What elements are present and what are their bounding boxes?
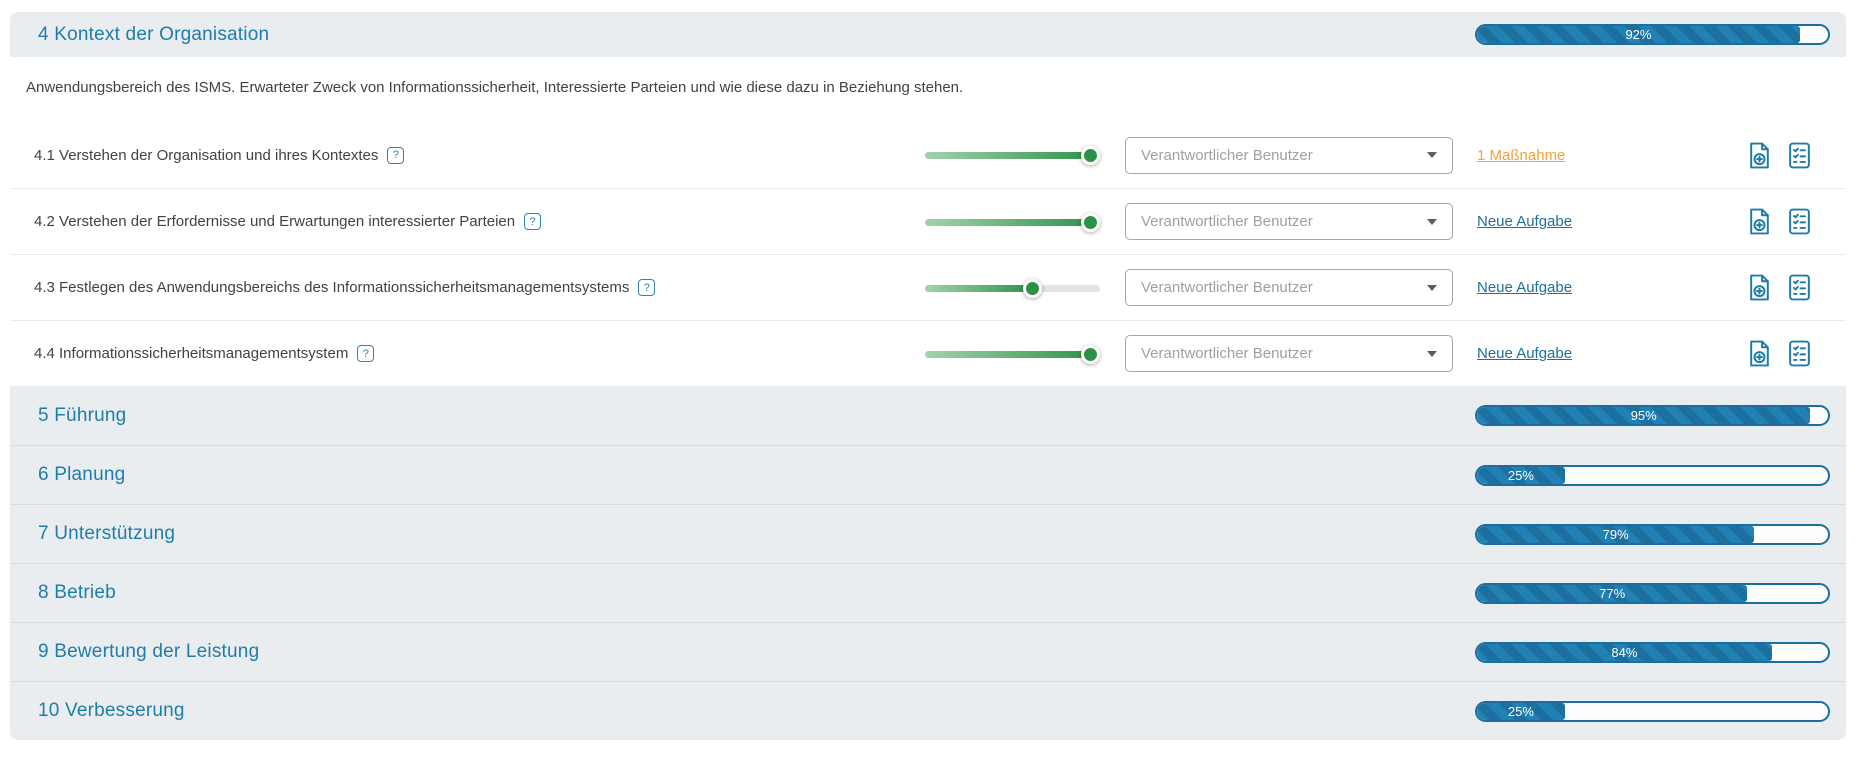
assignee-dropdown[interactable]: Verantwortlicher Benutzer — [1125, 269, 1453, 306]
slider-knob[interactable] — [1081, 213, 1100, 232]
requirement-title: 4.2 Verstehen der Erfordernisse und Erwa… — [34, 213, 515, 230]
requirement-row: 4.1 Verstehen der Organisation und ihres… — [10, 122, 1846, 188]
implementation-slider[interactable] — [925, 344, 1100, 364]
isms-sections-card: 4 Kontext der Organisation 92% Anwendung… — [10, 12, 1846, 740]
chevron-down-icon — [1427, 285, 1437, 291]
section-title[interactable]: 10 Verbesserung — [38, 700, 1475, 722]
new-task-link[interactable]: Neue Aufgabe — [1477, 279, 1572, 296]
section-title[interactable]: 5 Führung — [38, 405, 1475, 427]
section-header-8[interactable]: 8 Betrieb 77% — [10, 563, 1846, 622]
section-header-9[interactable]: 9 Bewertung der Leistung 84% — [10, 622, 1846, 681]
add-document-icon[interactable] — [1747, 142, 1772, 169]
checklist-icon[interactable] — [1787, 142, 1812, 169]
checklist-icon[interactable] — [1787, 208, 1812, 235]
requirement-title: 4.4 Informationssicherheitsmanagementsys… — [34, 345, 348, 362]
help-icon[interactable]: ? — [524, 213, 541, 230]
progress-label: 77% — [1477, 585, 1747, 602]
assignee-dropdown[interactable]: Verantwortlicher Benutzer — [1125, 137, 1453, 174]
section-header-4[interactable]: 4 Kontext der Organisation 92% — [10, 12, 1846, 57]
requirement-row: 4.2 Verstehen der Erfordernisse und Erwa… — [10, 188, 1846, 254]
progress-label: 25% — [1477, 703, 1565, 720]
requirement-row: 4.4 Informationssicherheitsmanagementsys… — [10, 320, 1846, 386]
progress-label: 84% — [1477, 644, 1772, 661]
section-header-7[interactable]: 7 Unterstützung 79% — [10, 504, 1846, 563]
requirement-row: 4.3 Festlegen des Anwendungsbereichs des… — [10, 254, 1846, 320]
help-icon[interactable]: ? — [357, 345, 374, 362]
slider-knob[interactable] — [1023, 279, 1042, 298]
section-title[interactable]: 6 Planung — [38, 464, 1475, 486]
section-progressbar: 95% — [1475, 405, 1830, 426]
add-document-icon[interactable] — [1747, 274, 1772, 301]
new-task-link[interactable]: Neue Aufgabe — [1477, 213, 1572, 230]
new-task-link[interactable]: Neue Aufgabe — [1477, 345, 1572, 362]
section-body: Anwendungsbereich des ISMS. Erwarteter Z… — [10, 57, 1846, 386]
help-icon[interactable]: ? — [387, 147, 404, 164]
section-progressbar: 25% — [1475, 465, 1830, 486]
section-description: Anwendungsbereich des ISMS. Erwarteter Z… — [10, 57, 1846, 122]
section-title[interactable]: 8 Betrieb — [38, 582, 1475, 604]
section-progressbar: 79% — [1475, 524, 1830, 545]
section-title[interactable]: 4 Kontext der Organisation — [38, 24, 1475, 46]
slider-knob[interactable] — [1081, 345, 1100, 364]
implementation-slider[interactable] — [925, 278, 1100, 298]
add-document-icon[interactable] — [1747, 208, 1772, 235]
assignee-placeholder: Verantwortlicher Benutzer — [1141, 345, 1313, 362]
assignee-dropdown[interactable]: Verantwortlicher Benutzer — [1125, 203, 1453, 240]
chevron-down-icon — [1427, 152, 1437, 158]
progress-label: 25% — [1477, 467, 1565, 484]
section-progressbar: 77% — [1475, 583, 1830, 604]
assignee-placeholder: Verantwortlicher Benutzer — [1141, 147, 1313, 164]
section-header-6[interactable]: 6 Planung 25% — [10, 445, 1846, 504]
help-icon[interactable]: ? — [638, 279, 655, 296]
implementation-slider[interactable] — [925, 212, 1100, 232]
checklist-icon[interactable] — [1787, 340, 1812, 367]
requirement-title: 4.1 Verstehen der Organisation und ihres… — [34, 147, 378, 164]
assignee-dropdown[interactable]: Verantwortlicher Benutzer — [1125, 335, 1453, 372]
section-title[interactable]: 9 Bewertung der Leistung — [38, 641, 1475, 663]
add-document-icon[interactable] — [1747, 340, 1772, 367]
section-header-5[interactable]: 5 Führung 95% — [10, 386, 1846, 445]
measures-link[interactable]: 1 Maßnahme — [1477, 147, 1565, 164]
checklist-icon[interactable] — [1787, 274, 1812, 301]
slider-knob[interactable] — [1081, 146, 1100, 165]
chevron-down-icon — [1427, 219, 1437, 225]
assignee-placeholder: Verantwortlicher Benutzer — [1141, 213, 1313, 230]
section-header-10[interactable]: 10 Verbesserung 25% — [10, 681, 1846, 740]
progress-label: 95% — [1477, 407, 1810, 424]
section-progressbar: 92% — [1475, 24, 1830, 45]
section-progressbar: 25% — [1475, 701, 1830, 722]
assignee-placeholder: Verantwortlicher Benutzer — [1141, 279, 1313, 296]
chevron-down-icon — [1427, 351, 1437, 357]
implementation-slider[interactable] — [925, 145, 1100, 165]
section-progressbar: 84% — [1475, 642, 1830, 663]
progress-label: 79% — [1477, 526, 1754, 543]
section-title[interactable]: 7 Unterstützung — [38, 523, 1475, 545]
requirement-title: 4.3 Festlegen des Anwendungsbereichs des… — [34, 279, 629, 296]
progress-label: 92% — [1477, 26, 1800, 43]
